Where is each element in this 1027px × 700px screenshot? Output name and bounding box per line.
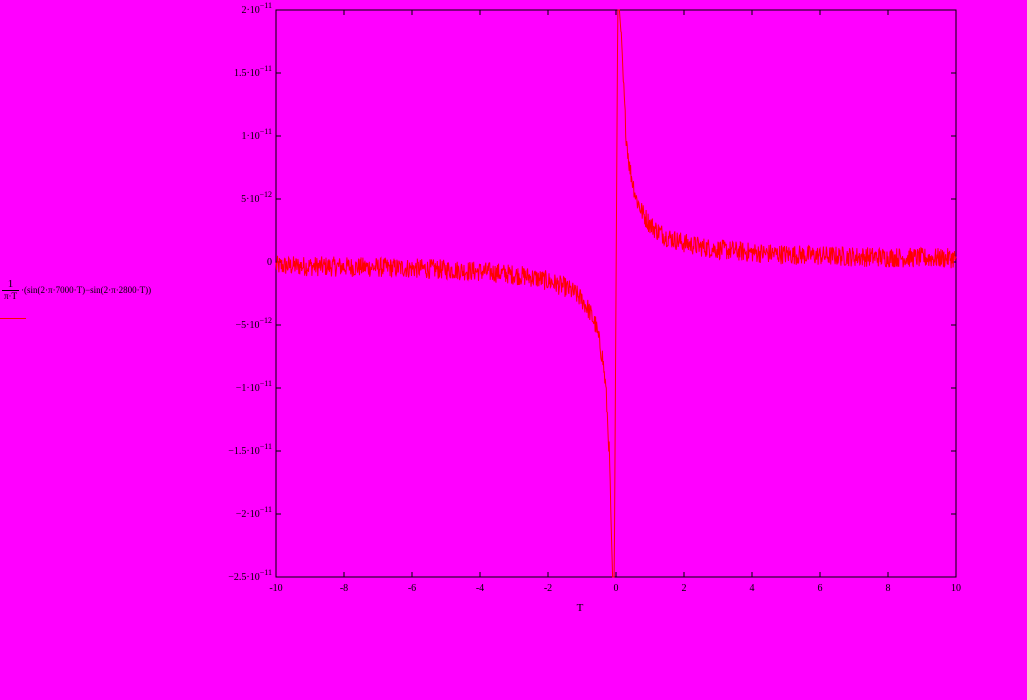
x-tick-label: 10 [951, 583, 961, 594]
x-tick-label: 4 [750, 583, 755, 594]
x-tick-label: -2 [544, 583, 552, 594]
y-label-denominator: π·T [2, 290, 20, 301]
y-label-fraction: 1 π·T [2, 278, 20, 301]
y-axis-label: 1 π·T ·(sin(2·π·7000·T)−sin(2·π·2800·T)) [2, 278, 151, 301]
y-tick-label: −1·10−11 [236, 379, 272, 394]
x-tick-label: 8 [886, 583, 891, 594]
y-label-expression: ·(sin(2·π·7000·T)−sin(2·π·2800·T)) [21, 284, 152, 295]
y-label-numerator: 1 [7, 278, 14, 290]
x-tick-label: -4 [476, 583, 484, 594]
y-tick-label: −5·10−12 [236, 316, 273, 331]
x-tick-label: -8 [340, 583, 348, 594]
x-tick-label: 2 [682, 583, 687, 594]
legend-line-sample [0, 318, 26, 319]
x-tick-label: 6 [818, 583, 823, 594]
y-tick-label: 1·10−11 [241, 127, 272, 142]
y-tick-label: 5·10−12 [241, 190, 272, 205]
chart-svg: -10 -8 -6 -4 -2 0 2 4 6 8 10 2·10−11 1.5·10−11 1·10−1… [228, 1, 961, 614]
x-tick-label: -10 [269, 583, 282, 594]
y-tick-label: 1.5·10−11 [234, 64, 272, 79]
y-tick-label: −2·10−11 [236, 505, 272, 520]
y-tick-label: 2·10−11 [241, 1, 272, 16]
y-tick-label: −1.5·10−11 [228, 442, 272, 457]
x-tick-label: -6 [408, 583, 416, 594]
series-line [275, 9, 957, 578]
y-tick-label: 0 [267, 257, 272, 268]
x-tick-label: 0 [614, 583, 619, 594]
x-axis-title: T [577, 602, 584, 614]
y-tick-label: −2.5·10−11 [228, 568, 272, 583]
